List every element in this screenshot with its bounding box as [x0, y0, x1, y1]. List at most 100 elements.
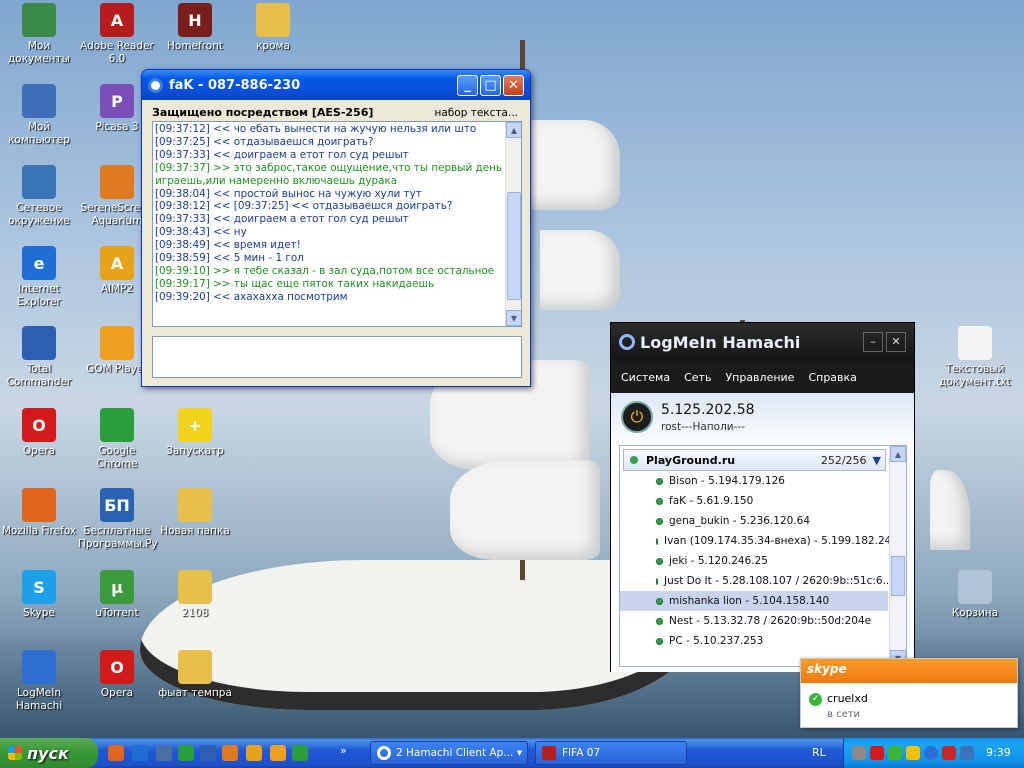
menu-item[interactable]: Справка	[808, 371, 856, 384]
chat-message: [09:39:17] >> ты щас еще пяток таких нак…	[155, 277, 435, 290]
language-indicator[interactable]: RL	[812, 746, 826, 759]
scroll-up-button[interactable]: ▲	[890, 446, 906, 462]
task-hamachi[interactable]: 2 Hamachi Client Ap... ▾	[370, 741, 528, 765]
firefox-icon[interactable]	[108, 745, 124, 761]
desktop-icon[interactable]: Mozilla Firefox	[0, 488, 78, 538]
scroll-down-button[interactable]: ▼	[506, 310, 521, 326]
desktop-icon[interactable]: O Opera	[78, 650, 156, 700]
chevron-double-right-icon[interactable]: »	[340, 744, 347, 757]
chevron-down-icon: ▾	[516, 747, 522, 759]
close-button[interactable]: ✕	[503, 74, 524, 96]
minimize-button[interactable]: _	[457, 74, 478, 96]
aimp-icon[interactable]	[246, 745, 262, 761]
desktop-icon[interactable]: S Skype	[0, 570, 78, 620]
app-icon	[22, 650, 56, 684]
chrome-icon[interactable]	[178, 745, 194, 761]
desktop-icon[interactable]: O Opera	[0, 408, 78, 458]
volume-icon[interactable]	[906, 746, 920, 760]
hamachi-close-button[interactable]: ✕	[886, 332, 906, 352]
online-status-icon	[656, 477, 663, 485]
chat-window[interactable]: faK - 087-886-230 _ □ ✕ Защищено посредс…	[141, 69, 531, 387]
desktop-icon[interactable]: LogMeIn Hamachi	[0, 650, 78, 713]
chat-message: играешь,или намеренно включаешь дурака	[155, 174, 398, 187]
desktop-icon[interactable]: Сетевое окружение	[0, 165, 78, 228]
skype-notification[interactable]: skype ✓ cruelxd в сети	[800, 658, 1018, 728]
network-group-header[interactable]: PlayGround.ru 252/256 ▼	[623, 449, 886, 471]
peer-list-item[interactable]: Just Do It - 5.28.108.107 / 2620:9b::51c…	[620, 571, 893, 591]
desktop-icon[interactable]: + Запускатр	[156, 408, 234, 458]
desktop-icon[interactable]: БП Бесплатные Программы.Ру	[78, 488, 158, 551]
desktop-icon[interactable]: H Homefront	[156, 3, 234, 53]
desktop-icon[interactable]: Корзина	[936, 570, 1014, 620]
arrow-up-icon: ▲	[510, 125, 518, 135]
peer-list-item[interactable]: Bison - 5.194.179.126	[620, 471, 888, 491]
maximize-button[interactable]: □	[480, 74, 501, 96]
peer-list-item[interactable]: mishanka lion - 5.104.158.140	[620, 591, 888, 611]
aquarium-icon[interactable]	[222, 745, 238, 761]
desktop-icon-label: фыат темпра	[158, 687, 232, 699]
clock[interactable]: 9:39	[986, 746, 1011, 759]
gom-player-icon[interactable]	[270, 745, 286, 761]
hamachi-tray-icon[interactable]	[924, 746, 938, 760]
desktop-icon[interactable]: A Adobe Reader 6.0	[78, 3, 156, 66]
peer-list-item[interactable]: faK - 5.61.9.150	[620, 491, 888, 511]
network-name: PlayGround.ru	[646, 453, 736, 467]
desktop-icon[interactable]: e Internet Explorer	[0, 246, 78, 309]
chat-log[interactable]: [09:37:12] << чо ебать вынести на жучую …	[152, 121, 522, 327]
desktop-icon[interactable]: Total Commander	[0, 326, 78, 389]
app-icon	[100, 326, 134, 360]
peer-list-item[interactable]: Nest - 5.13.32.78 / 2620:9b::50d:204e	[620, 611, 888, 631]
shield-icon[interactable]	[942, 746, 956, 760]
peer-list-item[interactable]: Ivan (109.174.35.34-внеха) - 5.199.182.2…	[620, 531, 892, 551]
chat-message: [09:37:33] << доиграем а етот гол суд ре…	[155, 148, 409, 161]
internet-explorer-icon[interactable]	[132, 745, 148, 761]
desktop-icon[interactable]: µ uTorrent	[78, 570, 156, 620]
peer-list-item[interactable]: jeki - 5.120.246.25	[620, 551, 888, 571]
show-desktop-icon[interactable]	[156, 745, 172, 761]
menu-item[interactable]: Система	[621, 371, 670, 384]
chat-titlebar[interactable]: faK - 087-886-230 _ □ ✕	[142, 70, 530, 100]
opera-icon[interactable]	[870, 746, 884, 760]
chrome-icon[interactable]	[292, 745, 308, 761]
desktop-icon[interactable]: крома	[234, 3, 312, 53]
online-status-icon	[656, 597, 663, 605]
start-button[interactable]: пуск	[0, 738, 98, 768]
desktop-icon[interactable]: Новая папка	[156, 488, 234, 538]
peer-list-item[interactable]: gena_bukin - 5.236.120.64	[620, 511, 888, 531]
network-list[interactable]: PlayGround.ru 252/256 ▼ Bison - 5.194.17…	[619, 445, 907, 667]
desktop-icon[interactable]: фыат темпра	[156, 650, 234, 700]
network-icon[interactable]	[852, 746, 866, 760]
app-icon: µ	[100, 570, 134, 604]
scroll-up-button[interactable]: ▲	[506, 122, 521, 138]
task-fifa[interactable]: FIFA 07	[535, 741, 687, 765]
peer-label: gena_bukin - 5.236.120.64	[669, 515, 811, 527]
scroll-thumb[interactable]	[507, 192, 521, 300]
chat-scrollbar[interactable]: ▲ ▼	[505, 122, 521, 326]
power-button[interactable]: ⏻	[621, 401, 653, 433]
hamachi-window[interactable]: LogMeIn Hamachi – ✕ Система Сеть Управлени…	[610, 322, 915, 672]
scroll-thumb[interactable]	[891, 556, 905, 596]
chevron-down-icon[interactable]: ▼	[873, 454, 881, 467]
peer-list-item[interactable]: PC - 5.10.237.253	[620, 631, 888, 651]
sound-icon[interactable]	[960, 746, 974, 760]
my-ip: 5.125.202.58	[661, 402, 755, 418]
total-commander-icon[interactable]	[200, 745, 216, 761]
skype-tray-icon[interactable]	[888, 746, 902, 760]
hamachi-minimize-button[interactable]: –	[863, 332, 883, 352]
desktop-icon-label: LogMeIn Hamachi	[15, 687, 63, 712]
hamachi-titlebar[interactable]: LogMeIn Hamachi – ✕	[611, 323, 914, 361]
app-icon	[958, 326, 992, 360]
task-label: FIFA 07	[562, 747, 601, 759]
desktop-icon[interactable]: Мой компьютер	[0, 84, 78, 147]
menu-item[interactable]: Сеть	[684, 371, 711, 384]
menu-item[interactable]: Управление	[725, 371, 794, 384]
desktop-icon[interactable]: 2108	[156, 570, 234, 620]
peer-label: Ivan (109.174.35.34-внеха) - 5.199.182.2…	[664, 535, 892, 547]
desktop-icon[interactable]: Мои документы	[0, 3, 78, 66]
network-scrollbar[interactable]: ▲ ▼	[889, 446, 906, 666]
desktop-icon[interactable]: Текстовый документ.txt	[936, 326, 1014, 389]
chat-message-input[interactable]	[152, 336, 522, 378]
app-icon	[256, 3, 290, 37]
desktop-icon[interactable]: Google Chrome	[78, 408, 156, 471]
hamachi-body: ⏻ 5.125.202.58 rost---Наполи--- PlayGrou…	[611, 393, 914, 672]
